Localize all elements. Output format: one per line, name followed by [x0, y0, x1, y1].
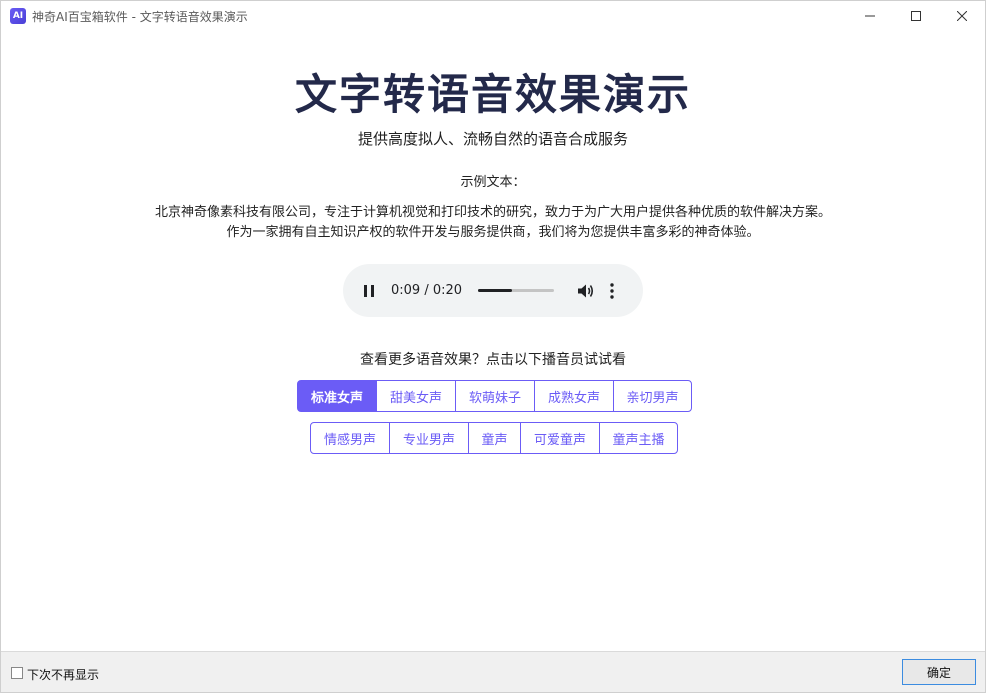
sample-text-label: 示例文本：: [460, 175, 526, 190]
voice-button-label: 甜美女声: [389, 390, 442, 406]
voice-button-friendly-male[interactable]: 亲切男声: [613, 380, 692, 412]
voice-button-sweet-female[interactable]: 甜美女声: [376, 380, 456, 412]
maximize-button[interactable]: [893, 1, 939, 31]
footer-bar: 下次不再显示 确定: [1, 651, 985, 692]
app-icon-text: AI: [12, 11, 24, 21]
voice-button-label: 专业男声: [402, 432, 455, 448]
voice-button-label: 标准女声: [310, 390, 363, 406]
progress-slider[interactable]: [478, 289, 555, 292]
window-controls: [847, 1, 985, 31]
voice-button-professional-male[interactable]: 专业男声: [389, 422, 469, 454]
sample-text-line: 作为一家拥有自主知识产权的软件开发与服务提供商，我们将为您提供丰富多彩的神奇体验…: [226, 225, 760, 240]
ok-button[interactable]: 确定: [902, 659, 976, 685]
audio-player: 0:09 / 0:20: [343, 264, 643, 317]
app-logo-icon: AI: [10, 8, 26, 24]
minimize-button[interactable]: [847, 1, 893, 31]
more-vertical-icon: [610, 282, 614, 299]
pause-button[interactable]: [361, 283, 377, 299]
ok-button-label: 确定: [926, 665, 951, 680]
voice-button-child[interactable]: 童声: [468, 422, 521, 454]
maximize-icon: [911, 11, 921, 21]
dialog-window: AI 神奇AI百宝箱软件 - 文字转语音效果演示 文字转语音效果演示 提供高度拟…: [0, 0, 986, 693]
volume-icon: [578, 284, 594, 297]
voice-button-label: 情感男声: [323, 432, 376, 448]
voice-button-cute-girl[interactable]: 软萌妹子: [455, 380, 535, 412]
voice-button-standard-female[interactable]: 标准女声: [297, 380, 377, 412]
progress-fill: [478, 289, 513, 292]
voice-button-label: 童声主播: [612, 432, 665, 448]
voice-button-label: 童声: [481, 432, 508, 448]
page-subtitle: 提供高度拟人、流畅自然的语音合成服务: [357, 130, 628, 148]
dont-show-again-label[interactable]: 下次不再显示: [27, 666, 99, 683]
voice-button-child-host[interactable]: 童声主播: [599, 422, 678, 454]
voice-button-label: 成熟女声: [547, 390, 600, 406]
minimize-icon: [865, 15, 875, 17]
voice-button-label: 可爱童声: [533, 432, 586, 448]
window-title: 神奇AI百宝箱软件 - 文字转语音效果演示: [32, 9, 248, 24]
playback-time: 0:09 / 0:20: [391, 283, 463, 298]
main-content: 文字转语音效果演示 提供高度拟人、流畅自然的语音合成服务 示例文本： 北京神奇像…: [1, 31, 985, 651]
voice-button-mature-female[interactable]: 成熟女声: [534, 380, 614, 412]
voice-button-label: 亲切男声: [626, 390, 679, 406]
volume-button[interactable]: [576, 281, 596, 301]
voice-button-row: 情感男声 专业男声 童声 可爱童声 童声主播: [310, 422, 678, 454]
close-icon: [957, 11, 967, 21]
title-bar[interactable]: AI 神奇AI百宝箱软件 - 文字转语音效果演示: [1, 1, 985, 31]
voice-button-emotional-male[interactable]: 情感男声: [310, 422, 390, 454]
voice-button-label: 软萌妹子: [468, 390, 521, 406]
dont-show-again-checkbox[interactable]: [11, 667, 23, 679]
pause-icon: [364, 284, 374, 297]
voice-button-cute-child[interactable]: 可爱童声: [520, 422, 600, 454]
voice-button-row: 标准女声 甜美女声 软萌妹子 成熟女声 亲切男声: [297, 380, 692, 412]
close-button[interactable]: [939, 1, 985, 31]
more-voices-prompt: 查看更多语音效果？点击以下播音员试试看: [360, 352, 626, 368]
sample-text-line: 北京神奇像素科技有限公司，专注于计算机视觉和打印技术的研究，致力于为广大用户提供…: [154, 205, 831, 220]
more-options-button[interactable]: [606, 281, 618, 301]
page-title: 文字转语音效果演示: [294, 70, 691, 119]
